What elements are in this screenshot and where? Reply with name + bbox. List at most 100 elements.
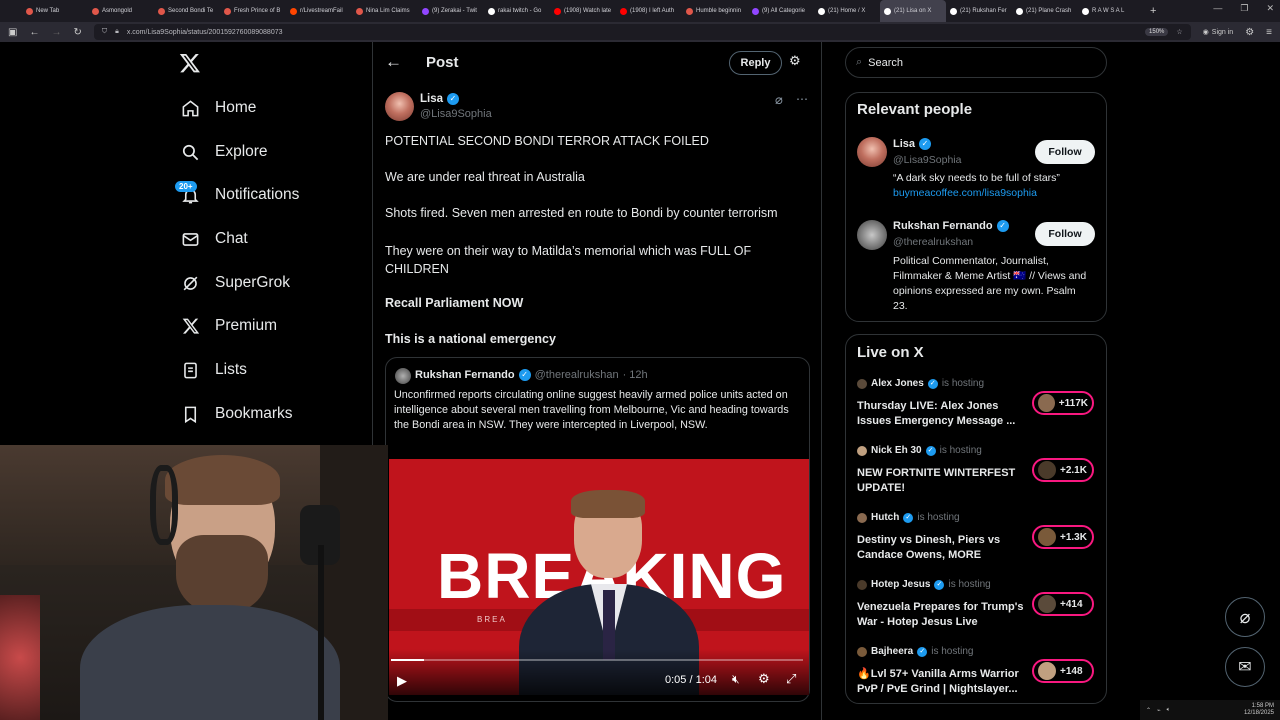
live-title-text[interactable]: NEW FORTNITE WINTERFEST UPDATE! bbox=[857, 466, 1027, 495]
reload-icon[interactable]: ↻ bbox=[73, 27, 81, 38]
nav-item-supergrok[interactable]: SuperGrok bbox=[180, 271, 290, 295]
browser-tab[interactable]: (21) Rukshan Fer bbox=[946, 0, 1012, 22]
star-icon[interactable]: ☆ bbox=[1176, 28, 1182, 36]
grok-icon[interactable]: ⌀ bbox=[775, 92, 783, 108]
video-player[interactable]: BREAKING BREA EAKING NEWS ▶ 0:05 / 1:04 … bbox=[389, 459, 809, 695]
account-icon[interactable]: ◉ Sign in bbox=[1203, 28, 1234, 37]
browser-tab[interactable]: R A W S A L bbox=[1078, 0, 1144, 22]
menu-icon[interactable]: ≡ bbox=[1266, 27, 1272, 38]
browser-tab[interactable]: (21) Home / X bbox=[814, 0, 880, 22]
live-title-text[interactable]: Thursday LIVE: Alex Jones Issues Emergen… bbox=[857, 399, 1027, 428]
url-bar[interactable]: ⛉ 🔒︎ x.com/Lisa9Sophia/status/2001592760… bbox=[93, 24, 1191, 40]
host-avatar bbox=[857, 378, 867, 389]
person-avatar[interactable] bbox=[857, 220, 887, 250]
verified-badge-icon: ✓ bbox=[919, 138, 932, 150]
person-name[interactable]: Rukshan Fernando bbox=[893, 220, 993, 232]
live-listeners-pill[interactable]: +2.1K bbox=[1032, 458, 1094, 482]
mute-icon[interactable]: 🔇︎ bbox=[732, 672, 740, 687]
volume-icon[interactable]: 🔈︎ bbox=[1167, 707, 1171, 714]
page-title: Post bbox=[426, 54, 459, 71]
window-controls: — ❐ ✕ bbox=[1213, 3, 1274, 14]
nav-item-premium[interactable]: Premium bbox=[180, 314, 277, 338]
browser-tab[interactable]: (9) All Categorie bbox=[748, 0, 814, 22]
nav-item-label: Notifications bbox=[215, 186, 300, 203]
browser-tab[interactable]: New Tab bbox=[22, 0, 88, 22]
browser-tab[interactable]: (21) Plane Crash bbox=[1012, 0, 1078, 22]
live-host-row[interactable]: Bajheera ✓ is hosting bbox=[857, 646, 974, 657]
live-title-text[interactable]: Venezuela Prepares for Trump's War - Hot… bbox=[857, 600, 1027, 629]
live-listeners-pill[interactable]: +414 bbox=[1032, 592, 1094, 616]
browser-tab[interactable]: r/LivestreamFail bbox=[286, 0, 352, 22]
extensions-icon[interactable]: ⚙ bbox=[1245, 27, 1254, 38]
live-title-text[interactable]: 🔥Lvl 57+ Vanilla Arms Warrior PvP / PvE … bbox=[857, 667, 1027, 696]
browser-tab[interactable]: Fresh Prince of B bbox=[220, 0, 286, 22]
play-icon[interactable]: ▶ bbox=[397, 673, 407, 689]
live-listeners-pill[interactable]: +1.3K bbox=[1032, 525, 1094, 549]
more-options-icon[interactable]: ⋯ bbox=[796, 92, 808, 106]
shield-icon: ⛉ bbox=[101, 28, 108, 35]
browser-tab[interactable]: Nina Lim Claims bbox=[352, 0, 418, 22]
back-icon[interactable]: ← bbox=[29, 27, 39, 38]
follow-button[interactable]: Follow bbox=[1035, 140, 1095, 164]
video-progress-track[interactable] bbox=[391, 659, 803, 661]
author-handle[interactable]: @Lisa9Sophia bbox=[420, 108, 492, 120]
live-host-row[interactable]: Hotep Jesus ✓ is hosting bbox=[857, 579, 991, 590]
person-avatar[interactable] bbox=[857, 137, 887, 167]
search-box[interactable]: ⌕ Search bbox=[845, 47, 1107, 78]
new-tab-button[interactable]: + bbox=[1150, 5, 1156, 17]
chevron-up-icon[interactable]: ⌃ bbox=[1146, 707, 1151, 714]
live-host-row[interactable]: Alex Jones ✓ is hosting bbox=[857, 378, 984, 389]
browser-tab[interactable]: (1908) Watch late bbox=[550, 0, 616, 22]
mail-icon bbox=[180, 229, 201, 250]
listener-count: +414 bbox=[1060, 598, 1083, 610]
x-logo-icon[interactable] bbox=[179, 52, 201, 79]
live-host-row[interactable]: Hutch ✓ is hosting bbox=[857, 512, 960, 523]
close-icon[interactable]: ✕ bbox=[1266, 3, 1274, 14]
favicon-icon bbox=[488, 7, 495, 15]
grok-fab-button[interactable]: ⌀ bbox=[1225, 597, 1265, 637]
live-host-row[interactable]: Nick Eh 30 ✓ is hosting bbox=[857, 445, 982, 456]
fullscreen-icon[interactable]: ⤢ bbox=[786, 671, 796, 687]
network-icon[interactable]: ⌁ bbox=[1157, 707, 1161, 714]
browser-tab[interactable]: (1908) I left Auth bbox=[616, 0, 682, 22]
messages-fab-button[interactable]: ✉ bbox=[1225, 647, 1265, 687]
author-name[interactable]: Lisa bbox=[420, 93, 443, 105]
nav-item-label: Explore bbox=[215, 143, 268, 160]
browser-tab[interactable]: Asmongold bbox=[88, 0, 154, 22]
home-icon bbox=[180, 98, 201, 119]
nav-item-label: Lists bbox=[215, 361, 247, 378]
nav-item-lists[interactable]: Lists bbox=[180, 358, 247, 382]
back-arrow-icon[interactable]: ← bbox=[385, 52, 402, 72]
live-title-text[interactable]: Destiny vs Dinesh, Piers vs Candace Owen… bbox=[857, 533, 1027, 562]
nav-item-notifications[interactable]: Notifications bbox=[180, 183, 299, 207]
minimize-icon[interactable]: — bbox=[1213, 3, 1222, 14]
nav-item-explore[interactable]: Explore bbox=[180, 140, 268, 164]
grok-icon: ⌀ bbox=[1239, 606, 1251, 627]
person-name[interactable]: Lisa bbox=[893, 138, 915, 150]
sidebar-toggle-icon[interactable]: ▣ bbox=[8, 27, 17, 38]
post-paragraph: We are under real threat in Australia bbox=[385, 170, 585, 184]
follow-button[interactable]: Follow bbox=[1035, 222, 1095, 246]
settings-sliders-icon[interactable]: ⚙ bbox=[789, 53, 801, 69]
browser-tab[interactable]: (21) Lisa on X bbox=[880, 0, 946, 22]
gear-icon[interactable]: ⚙ bbox=[758, 671, 770, 687]
live-listeners-pill[interactable]: +117K bbox=[1032, 391, 1094, 415]
browser-tab[interactable]: Second Bondi Te bbox=[154, 0, 220, 22]
browser-tab[interactable]: rakai twitch - Go bbox=[484, 0, 550, 22]
forward-icon[interactable]: → bbox=[51, 27, 61, 38]
author-avatar[interactable] bbox=[385, 92, 414, 121]
nav-item-bookmarks[interactable]: Bookmarks bbox=[180, 402, 293, 426]
nav-item-home[interactable]: Home bbox=[180, 96, 256, 120]
person-link[interactable]: buymeacoffee.com/lisa9sophia bbox=[893, 187, 1037, 199]
nav-item-chat[interactable]: Chat bbox=[180, 227, 248, 251]
x-logo-icon bbox=[180, 316, 201, 337]
browser-tab[interactable]: (9) Zerakai - Twit bbox=[418, 0, 484, 22]
browser-tab[interactable]: Humble beginnin bbox=[682, 0, 748, 22]
restore-icon[interactable]: ❐ bbox=[1240, 3, 1248, 14]
clock[interactable]: 1:58 PM 12/18/2025 bbox=[1244, 703, 1274, 717]
favicon-icon bbox=[224, 7, 231, 15]
zoom-level[interactable]: 150% bbox=[1145, 28, 1169, 36]
reply-button[interactable]: Reply bbox=[729, 51, 782, 75]
video-progress-fill bbox=[391, 659, 424, 661]
live-listeners-pill[interactable]: +148 bbox=[1032, 659, 1094, 683]
